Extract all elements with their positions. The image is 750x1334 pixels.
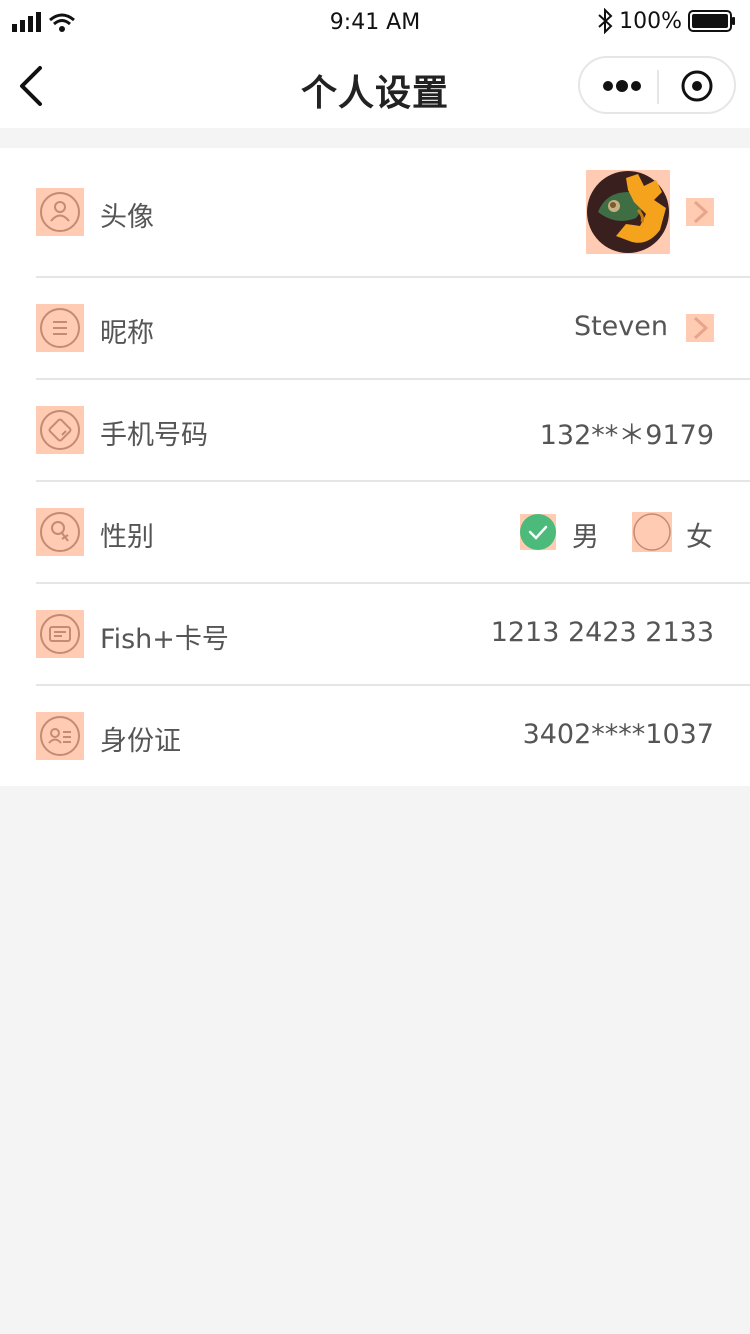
nickname-row-arrow (686, 314, 714, 342)
battery-icon (688, 10, 735, 32)
id-card-value: 3402****1037 (522, 719, 714, 750)
chevron-right-icon (693, 316, 709, 340)
user-icon (40, 192, 80, 232)
gender-male-radio[interactable] (520, 514, 556, 550)
avatar-row-icon-box (36, 188, 84, 236)
row-gender: 性别 男 女 (0, 482, 750, 584)
battery-percent: 100% (619, 8, 682, 34)
row-fish-card[interactable]: Fish+卡号 1213 2423 2133 (0, 584, 750, 686)
status-right: 100% (597, 7, 736, 35)
fish-card-label: Fish+卡号 (100, 624, 229, 655)
id-card-label: 身份证 (100, 726, 181, 757)
row-avatar[interactable]: 头像 (0, 148, 750, 278)
avatar-label: 头像 (100, 202, 154, 233)
mini-program-capsule (578, 56, 736, 114)
check-circle-icon (520, 514, 556, 550)
id-card-row-icon-box (36, 712, 84, 760)
settings-list: 头像 昵称 Steven 手机号码 132**＊9179 性别 男 女 Fish… (0, 148, 750, 786)
avatar-image (587, 171, 669, 253)
status-bar: 9:41 AM 100% (0, 0, 750, 46)
gender-icon (40, 512, 80, 552)
nickname-label: 昵称 (100, 318, 154, 349)
nickname-value: Steven (573, 311, 668, 342)
gender-female-label[interactable]: 女 (686, 515, 713, 554)
gender-female-radio[interactable] (632, 512, 672, 552)
phone-value: 132**＊9179 (539, 420, 714, 451)
radio-empty-icon (633, 513, 671, 551)
gender-label: 性别 (100, 522, 154, 553)
fish-card-value: 1213 2423 2133 (490, 617, 714, 648)
avatar[interactable] (586, 170, 670, 254)
row-id-card[interactable]: 身份证 3402****1037 (0, 686, 750, 786)
id-card-icon (40, 716, 80, 756)
nickname-row-icon-box (36, 304, 84, 352)
gender-male-label[interactable]: 男 (572, 515, 599, 554)
close-mini-program-icon[interactable] (680, 69, 714, 103)
more-icon[interactable] (602, 76, 642, 96)
phone-label: 手机号码 (100, 420, 208, 451)
navigation-bar: 个人设置 (0, 46, 750, 128)
row-nickname[interactable]: 昵称 Steven (0, 278, 750, 380)
chevron-right-icon (693, 200, 709, 224)
capsule-divider (657, 70, 659, 104)
row-phone[interactable]: 手机号码 132**＊9179 (0, 380, 750, 482)
avatar-row-arrow (686, 198, 714, 226)
phone-row-icon-box (36, 406, 84, 454)
bluetooth-icon (598, 8, 613, 34)
list-icon (40, 308, 80, 348)
phone-icon (40, 410, 80, 450)
gender-row-icon-box (36, 508, 84, 556)
card-icon (40, 614, 80, 654)
fish-card-row-icon-box (36, 610, 84, 658)
